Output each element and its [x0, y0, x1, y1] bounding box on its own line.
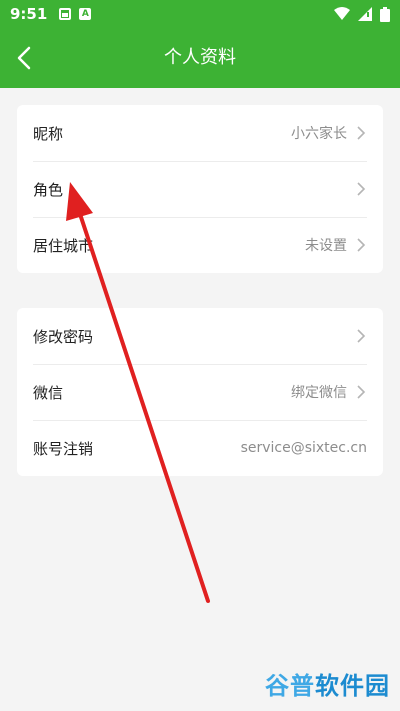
nickname-value: 小六家长 — [291, 126, 347, 142]
notification-icons: A — [59, 8, 92, 20]
role-label: 角色 — [33, 180, 64, 199]
city-label: 居住城市 — [33, 236, 94, 255]
role-row[interactable]: 角色 — [17, 161, 383, 217]
chevron-right-icon — [357, 329, 366, 343]
cancel-account-label: 账号注销 — [33, 439, 94, 458]
status-bar: 9:51 A — [0, 0, 400, 28]
change-password-row[interactable]: 修改密码 — [17, 308, 383, 364]
change-password-label: 修改密码 — [33, 327, 94, 346]
wifi-icon — [334, 7, 350, 20]
chevron-right-icon — [357, 182, 366, 196]
cancel-account-row[interactable]: 账号注销 service@sixtec.cn — [17, 420, 383, 476]
chevron-right-icon — [357, 126, 366, 140]
signal-icon — [358, 7, 372, 21]
city-row[interactable]: 居住城市 未设置 — [17, 217, 383, 273]
app-notification-icon: A — [79, 8, 92, 20]
battery-icon — [380, 6, 390, 22]
wechat-row[interactable]: 微信 绑定微信 — [17, 364, 383, 420]
app-header: 个人资料 — [0, 28, 400, 88]
status-time: 9:51 — [10, 5, 48, 23]
nickname-row[interactable]: 昵称 小六家长 — [17, 105, 383, 161]
profile-card: 昵称 小六家长 角色 居住城市 未设置 — [17, 105, 383, 273]
system-icons — [334, 6, 390, 22]
watermark: 谷普软件园 — [265, 666, 390, 701]
watermark-part1: 谷普 — [265, 672, 315, 700]
chevron-right-icon — [357, 238, 366, 252]
watermark-part2: 软件园 — [315, 672, 390, 700]
account-card: 修改密码 微信 绑定微信 账号注销 service@sixtec.cn — [17, 308, 383, 476]
city-value: 未设置 — [305, 238, 347, 254]
wechat-value: 绑定微信 — [291, 385, 347, 401]
wechat-label: 微信 — [33, 383, 64, 402]
chevron-right-icon — [357, 385, 366, 399]
cancel-account-value: service@sixtec.cn — [240, 440, 367, 456]
nickname-label: 昵称 — [33, 124, 64, 143]
page-title: 个人资料 — [164, 47, 236, 68]
image-notification-icon — [59, 8, 72, 20]
